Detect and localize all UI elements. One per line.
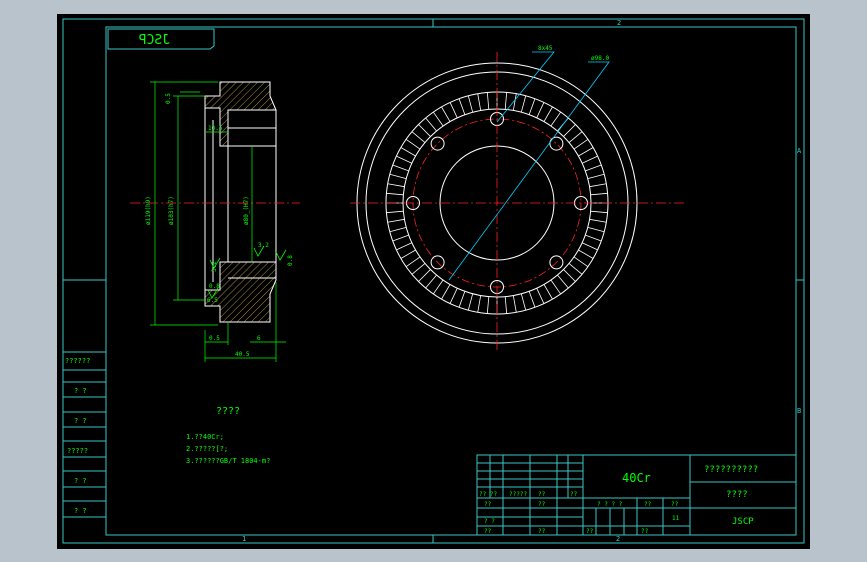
tb-cell-15: ?? [641,528,649,535]
dim-offset: 10.5 [208,125,223,132]
dim-bore-diameter: ø80_(H7) [243,196,250,225]
dim-total-length: 40.5 [235,351,250,358]
drawing-name: ???? [726,490,748,500]
dim-roughness-3: 3.2 [211,261,218,272]
tb-cell-5: ?? [484,501,492,508]
company-name: ?????????? [704,465,758,475]
tb-cell-7: ?? [644,501,652,508]
tb-cell-10: 11 [672,515,680,522]
left-label-4: ????? [67,447,88,455]
drawing-code: JSCP [732,517,754,527]
tb-cell-14: ?? [586,528,594,535]
zone-top-2: 2 [617,19,621,27]
zone-right-b: B [797,407,801,415]
tb-cell-11: ? ? [484,518,495,525]
tb-cell-2: ????? [509,491,527,498]
hole-pattern-label: 8x45 [538,45,553,52]
tb-cell-6: ? ? ? ? [597,501,623,508]
cad-drawing-viewport[interactable]: 2 1 2 A B JSCP ?????? ? ? ? ? ????? ? ? … [0,0,867,562]
tb-cell-4: ?? [570,491,578,498]
dim-outer-diameter: ø119(h9) [145,196,152,225]
dim-roughness-4: 0.8 [209,283,220,290]
tb-cell-1: ?? ?? [479,491,497,498]
zone-bottom-2: 2 [616,535,620,543]
dim-roughness-5: 6.5 [207,297,218,304]
dim-roughness-1: 3.2 [258,242,269,249]
tb-cell-12: ?? [484,528,492,535]
tb-cell-3: ?? [538,491,546,498]
mirrored-stamp-text: JSCP [139,33,170,48]
dim-bottom-length: 6 [257,335,261,342]
left-label-2: ? ? [74,387,87,395]
drawing-canvas[interactable]: 2 1 2 A B JSCP ?????? ? ? ? ? ????? ? ? … [0,0,867,562]
dim-bottom-small: 0.5 [209,335,220,342]
left-label-1: ?????? [65,357,90,365]
note-line-1: 1.??40Cr; [186,433,224,441]
notes-heading: ???? [216,406,240,417]
tb-cell-9: ?? [538,501,546,508]
dim-roughness-2: 0.8 [287,255,294,266]
dim-top-height: 0.5 [165,93,172,104]
tb-cell-13: ?? [538,528,546,535]
dim-mid-diameter: ø103(h7) [168,196,175,225]
tb-cell-8: ?? [671,501,679,508]
left-label-6: ? ? [74,507,87,515]
zone-bottom-1: 1 [242,535,246,543]
note-line-3: 3.??????GB/T 1804-m? [186,457,270,465]
left-label-3: ? ? [74,417,87,425]
note-line-2: 2.?????[?; [186,445,228,453]
pitch-circle-label: ø98.0 [591,55,609,62]
material-label: 40Cr [622,471,651,485]
left-label-5: ? ? [74,477,87,485]
